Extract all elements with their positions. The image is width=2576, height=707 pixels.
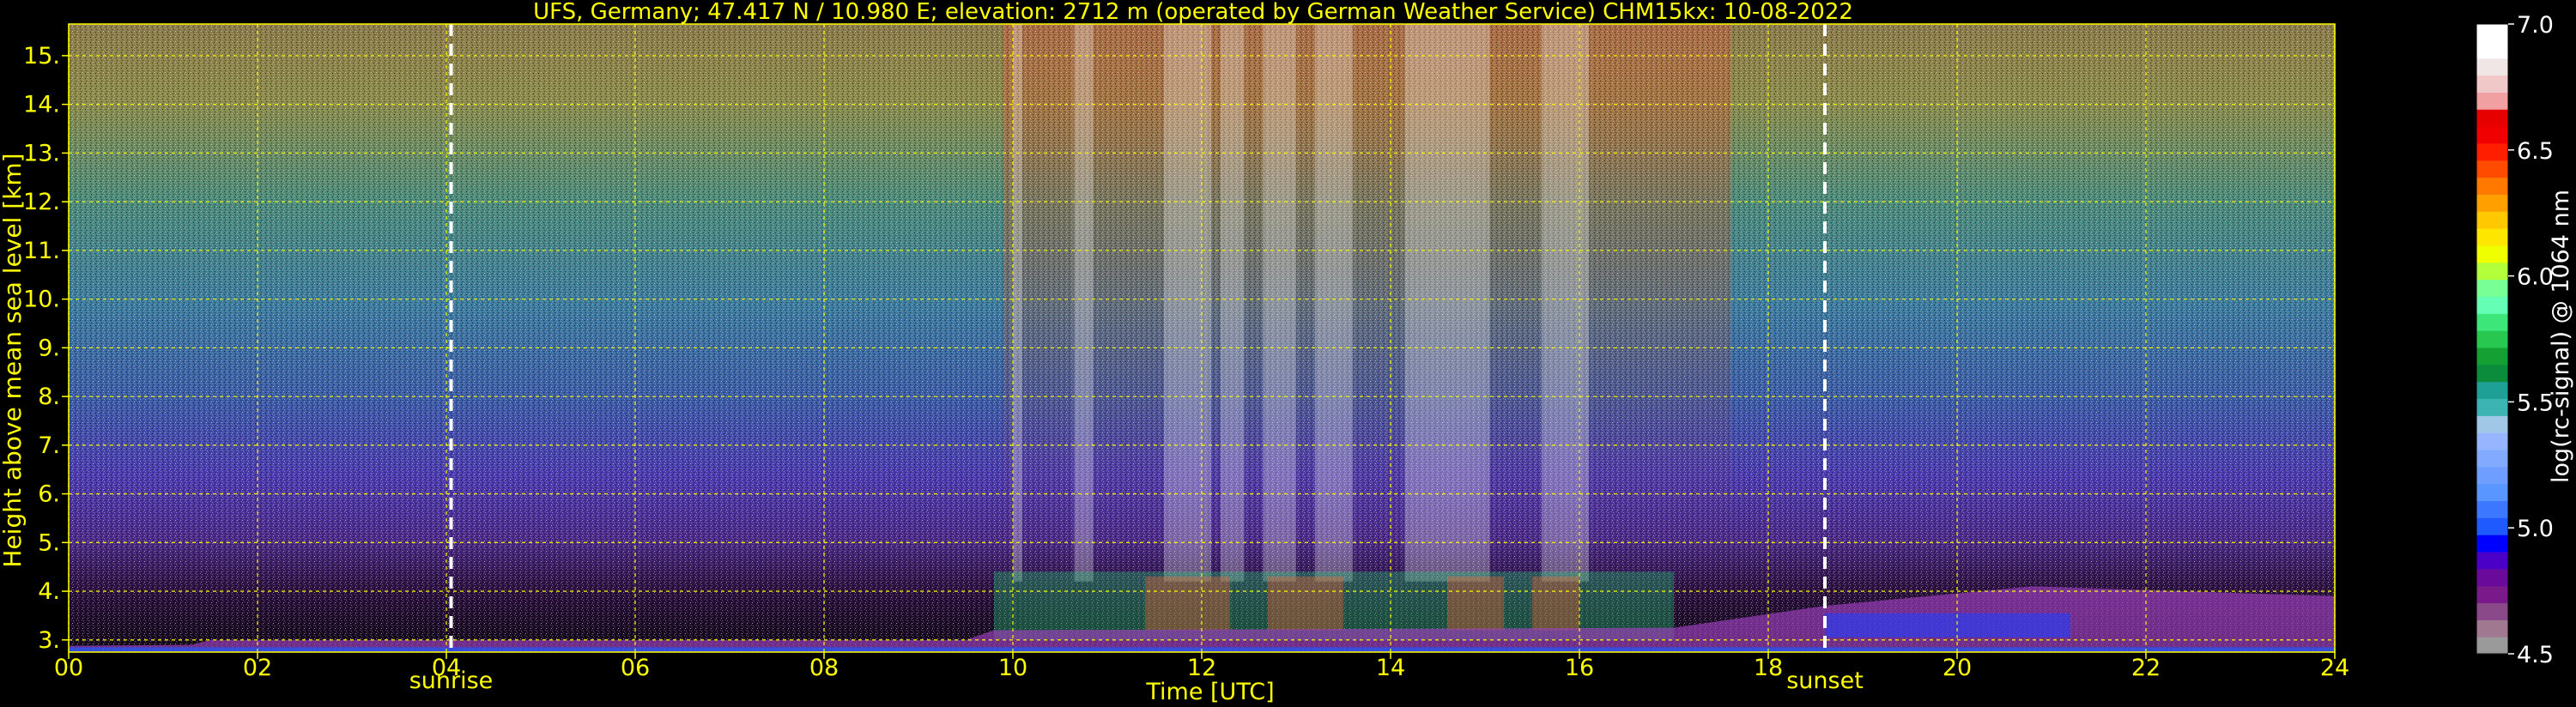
- y-tick-label: 10.: [23, 287, 60, 313]
- colorbar-segment: [2476, 228, 2508, 246]
- sunset-label: sunset: [1786, 668, 1864, 694]
- y-tick-label: 9.: [38, 335, 60, 361]
- residual-layer: [1825, 613, 2070, 638]
- colorbar-tick-label: 4.5: [2517, 642, 2554, 668]
- colorbar-segment: [2476, 160, 2508, 178]
- cloud-core: [1447, 577, 1504, 631]
- colorbar-segment: [2476, 483, 2508, 502]
- x-tick-label: 02: [243, 655, 272, 681]
- colorbar-tick-label: 5.0: [2517, 516, 2554, 542]
- x-tick-label: 04: [432, 655, 461, 681]
- colorbar-segment: [2476, 262, 2508, 281]
- cloud-column: [1164, 24, 1211, 582]
- cloud-core: [1268, 577, 1343, 631]
- x-tick-label: 00: [54, 655, 83, 681]
- colorbar-segment: [2476, 415, 2508, 433]
- colorbar-segment: [2476, 637, 2508, 655]
- y-tick-label: 6.: [38, 481, 60, 508]
- colorbar-segment: [2476, 245, 2508, 263]
- cloud-column: [1542, 24, 1589, 582]
- colorbar-segment: [2476, 466, 2508, 485]
- cloud-core: [1532, 577, 1579, 631]
- x-tick-label: 22: [2131, 655, 2161, 681]
- x-tick-label: 16: [1565, 655, 1594, 681]
- cloud-column: [1404, 24, 1490, 582]
- x-tick-label: 06: [621, 655, 650, 681]
- colorbar-segment: [2476, 551, 2508, 570]
- x-tick-label: 24: [2320, 655, 2349, 681]
- x-tick-label: 12: [1187, 655, 1216, 681]
- y-tick-label: 5.: [38, 529, 60, 556]
- colorbar-segment: [2476, 126, 2508, 144]
- colorbar-segment: [2476, 75, 2508, 93]
- y-tick-label: 4.: [38, 578, 60, 605]
- colorbar-segment: [2476, 619, 2508, 638]
- colorbar-segment: [2476, 279, 2508, 298]
- colorbar-segment: [2476, 347, 2508, 366]
- colorbar-segment: [2476, 177, 2508, 195]
- y-tick-label: 12.: [23, 189, 60, 215]
- colorbar-segment: [2476, 330, 2508, 348]
- colorbar-segment: [2476, 432, 2508, 450]
- y-tick-label: 11.: [23, 238, 60, 264]
- colorbar-tick-label: 6.5: [2517, 138, 2554, 165]
- y-axis-label: Height above mean sea level [km]: [0, 153, 27, 567]
- cloud-column: [1013, 24, 1022, 582]
- cloud-core: [1145, 577, 1230, 631]
- x-tick-label: 20: [1943, 655, 1972, 681]
- colorbar-segment: [2476, 449, 2508, 468]
- colorbar-segment: [2476, 57, 2508, 76]
- colorbar-segment: [2476, 24, 2508, 42]
- colorbar: 4.55.05.56.06.57.0: [2476, 12, 2554, 668]
- colorbar-segment: [2476, 602, 2508, 620]
- y-tick-label: 14.: [23, 92, 60, 118]
- colorbar-segment: [2476, 313, 2508, 331]
- colorbar-segment: [2476, 500, 2508, 518]
- colorbar-segment: [2476, 517, 2508, 535]
- ceilometer-chart: sunrise sunset 00 02 04 06 08 10 12 14 16 18 20 22 24…: [0, 0, 2574, 705]
- x-tick-label: 14: [1376, 655, 1405, 681]
- cloud-column: [1263, 24, 1296, 582]
- colorbar-segment: [2476, 364, 2508, 383]
- y-tick-label: 3.: [38, 627, 60, 654]
- chart-title: UFS, Germany; 47.417 N / 10.980 E; eleva…: [533, 0, 1853, 25]
- colorbar-segment: [2476, 398, 2508, 416]
- plot-area: [69, 24, 2335, 652]
- colorbar-segment: [2476, 381, 2508, 400]
- x-axis-label: Time [UTC]: [1145, 679, 1274, 705]
- cloud-column: [1074, 24, 1094, 582]
- colorbar-segment: [2476, 535, 2508, 553]
- y-tick-label: 13.: [23, 140, 60, 166]
- colorbar-segment: [2476, 92, 2508, 110]
- x-tick-label: 10: [998, 655, 1027, 681]
- x-tick-label: 08: [809, 655, 839, 681]
- colorbar-segment: [2476, 568, 2508, 587]
- colorbar-segment: [2476, 585, 2508, 604]
- colorbar-tick-label: 7.0: [2517, 12, 2554, 39]
- colorbar-label: log(rc-signal) @ 1064 nm: [2548, 190, 2574, 483]
- x-tick-label: 18: [1754, 655, 1783, 681]
- colorbar-segment: [2476, 40, 2508, 59]
- cloud-column: [1221, 24, 1245, 582]
- y-tick-label: 15.: [23, 43, 60, 69]
- colorbar-segment: [2476, 109, 2508, 127]
- colorbar-segment: [2476, 296, 2508, 314]
- colorbar-segment: [2476, 142, 2508, 161]
- cloud-column: [1315, 24, 1353, 582]
- y-tick-label: 8.: [38, 384, 60, 410]
- y-tick-label: 7.: [38, 432, 60, 459]
- colorbar-segment: [2476, 211, 2508, 229]
- colorbar-segment: [2476, 194, 2508, 212]
